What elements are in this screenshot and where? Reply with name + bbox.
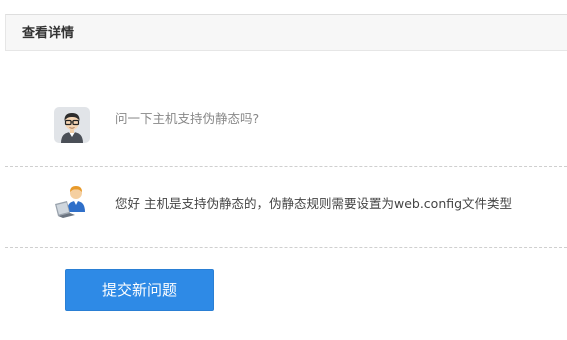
- answer-row: 您好 主机是支持伪静态的，伪静态规则需要设置为web.config文件类型: [5, 167, 567, 248]
- panel-title: 查看详情: [22, 26, 75, 41]
- submit-new-question-button[interactable]: 提交新问题: [65, 269, 214, 311]
- answer-text: 您好 主机是支持伪静态的，伪静态规则需要设置为web.config文件类型: [115, 196, 513, 211]
- question-row: 问一下主机支持伪静态吗?: [5, 92, 567, 167]
- question-text: 问一下主机支持伪静态吗?: [115, 111, 260, 126]
- user-with-glasses-icon: [54, 107, 90, 143]
- panel-header: 查看详情: [5, 14, 567, 51]
- support-agent-laptop-icon: [53, 184, 89, 220]
